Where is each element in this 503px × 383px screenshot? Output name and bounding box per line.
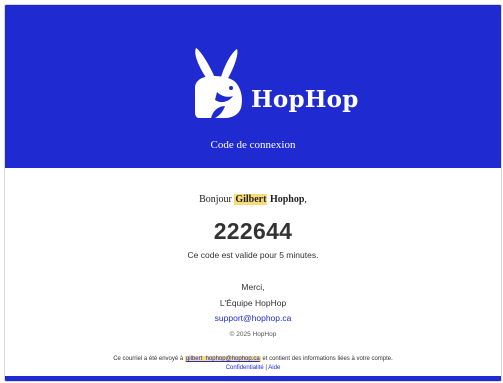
- email-subtitle: Code de connexion: [210, 139, 296, 151]
- email-body: Bonjour Gilbert Hophop, 222644 Ce code e…: [5, 168, 501, 381]
- copyright: © 2025 HopHop: [229, 331, 277, 338]
- email-frame: HopHop Code de connexion Bonjour Gilbert…: [4, 4, 502, 382]
- support-email-link[interactable]: support@hophop.ca: [5, 313, 501, 323]
- brand-name: HopHop: [251, 86, 359, 113]
- login-code: 222644: [213, 218, 293, 244]
- privacy-link[interactable]: Confidentialité: [226, 365, 264, 371]
- greeting-prefix: Bonjour: [199, 194, 235, 205]
- thanks-text: Merci,: [241, 282, 265, 292]
- greeting-suffix: ,: [304, 194, 307, 205]
- footer-note: Ce courriel a été envoyé à gilbert_hopho…: [5, 356, 501, 362]
- email-header: HopHop Code de connexion: [5, 5, 501, 168]
- rabbit-logo-icon: [195, 48, 242, 118]
- recipient-email-link[interactable]: gilbert_hophop@hophop.ca: [184, 356, 261, 362]
- footer-bar: [5, 376, 501, 381]
- footer-links: Confidentialité | Aide: [5, 365, 501, 371]
- greeting: Bonjour Gilbert Hophop,: [5, 194, 501, 205]
- footer-note-suffix: et contient des informations liées à vot…: [260, 356, 393, 362]
- team-signature: L'Équipe HopHop: [219, 298, 287, 308]
- footer-note-prefix: Ce courriel a été envoyé à: [113, 356, 185, 362]
- code-validity: Ce code est valide pour 5 minutes.: [187, 250, 319, 260]
- recipient-first-name: Gilbert: [234, 194, 268, 205]
- help-link[interactable]: Aide: [268, 365, 280, 371]
- recipient-last-name: Hophop: [269, 194, 305, 205]
